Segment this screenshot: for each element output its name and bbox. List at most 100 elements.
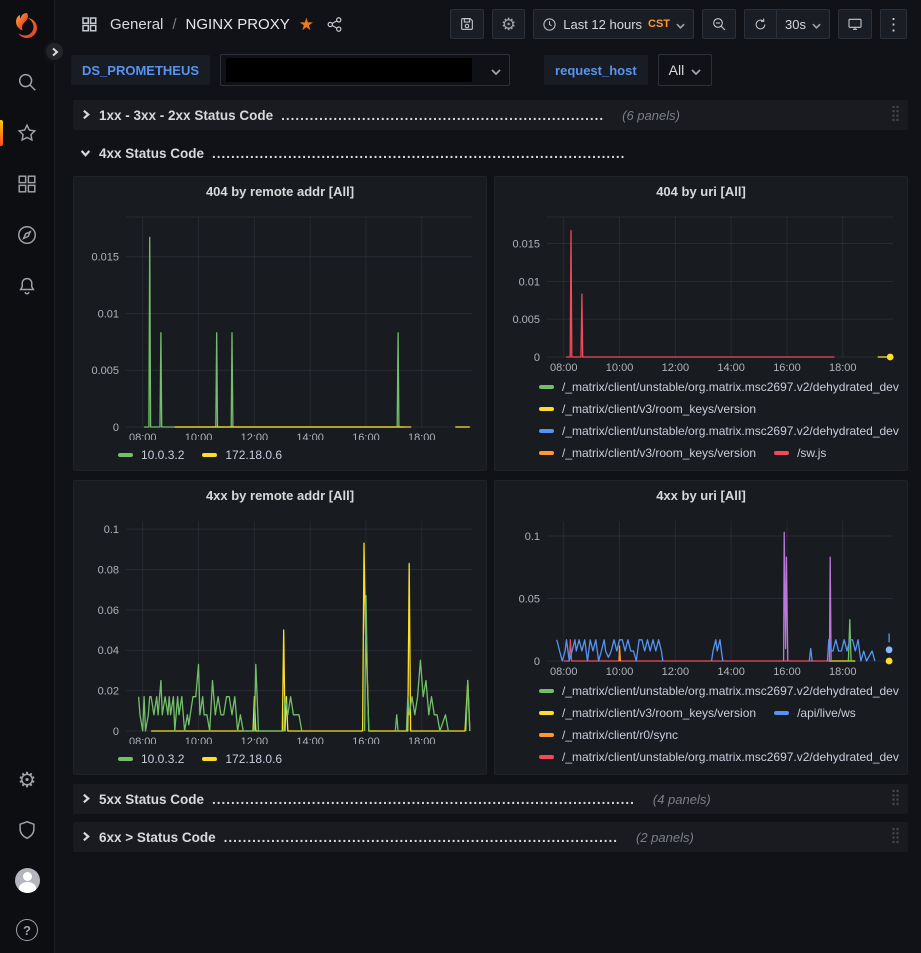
series-line bbox=[144, 237, 404, 427]
sidebar-item-starred[interactable] bbox=[0, 120, 54, 146]
series-point bbox=[887, 354, 894, 361]
sidebar-expand-button[interactable] bbox=[43, 40, 66, 63]
legend-item[interactable]: /_matrix/client/unstable/org.matrix.msc2… bbox=[539, 746, 899, 768]
legend-item[interactable]: 10.0.3.2 bbox=[118, 748, 184, 770]
dashboard-canvas: 1xx - 3xx - 2xx Status Code ............… bbox=[55, 92, 921, 953]
legend-item[interactable]: /_matrix/client/unstable/org.matrix.msc2… bbox=[539, 376, 899, 398]
dashboard-toolbar: ⚙ Last 12 hours CST bbox=[450, 9, 907, 39]
row-drag-handle[interactable] bbox=[891, 827, 900, 847]
sidebar-item-help[interactable]: ? bbox=[0, 917, 54, 943]
dashboard-settings-button[interactable]: ⚙ bbox=[492, 9, 525, 39]
sidebar-item-dashboards[interactable] bbox=[0, 171, 54, 197]
legend-label: 172.18.0.6 bbox=[225, 448, 282, 462]
y-tick-label: 0.06 bbox=[98, 605, 119, 617]
legend-label: /_matrix/client/unstable/org.matrix.msc2… bbox=[562, 380, 899, 394]
chevron-right-icon bbox=[50, 47, 60, 57]
legend-item[interactable]: /_matrix/client/r0/sync bbox=[539, 724, 678, 746]
gear-icon: ⚙ bbox=[501, 16, 516, 33]
breadcrumb: General / NGINX PROXY ★ bbox=[77, 12, 346, 36]
sidebar-item-explore[interactable] bbox=[0, 222, 54, 248]
refresh-interval-picker[interactable]: 30s bbox=[776, 9, 830, 39]
more-options-button[interactable]: ⋮ bbox=[880, 9, 907, 39]
legend-item[interactable]: /sw.js bbox=[774, 442, 826, 464]
timeseries-chart[interactable]: 08:0010:0012:0014:0016:0018:0000.050.1 bbox=[503, 511, 901, 678]
y-tick-label: 0.02 bbox=[98, 686, 119, 698]
series-line bbox=[566, 231, 834, 357]
row-header-4xx[interactable]: 4xx Status Code ........................… bbox=[73, 138, 908, 168]
favorite-star-icon[interactable]: ★ bbox=[299, 16, 314, 33]
row-leader-dots: ........................................… bbox=[281, 108, 604, 123]
legend-item[interactable]: /_matrix/client/v3/room_keys/version bbox=[539, 702, 756, 724]
timeseries-chart[interactable]: 08:0010:0012:0014:0016:0018:0000.020.040… bbox=[82, 511, 480, 744]
zoom-out-time-button[interactable] bbox=[702, 9, 736, 39]
legend-item[interactable]: 172.18.0.6 bbox=[202, 748, 282, 770]
refresh-button[interactable] bbox=[744, 9, 776, 39]
legend-item[interactable]: /api/live/ws bbox=[774, 702, 856, 724]
legend-label: /_matrix/client/unstable/org.matrix.msc2… bbox=[562, 424, 899, 438]
legend-label: /_matrix/client/r0/sync bbox=[562, 728, 678, 742]
x-tick-label: 10:00 bbox=[606, 666, 634, 678]
timeseries-chart[interactable]: 08:0010:0012:0014:0016:0018:0000.0050.01… bbox=[82, 207, 480, 440]
legend-label: /_matrix/client/v3/room_keys/version bbox=[562, 402, 756, 416]
legend-swatch bbox=[539, 689, 554, 693]
legend-swatch bbox=[539, 711, 554, 715]
y-tick-label: 0.1 bbox=[104, 524, 119, 536]
share-icon[interactable] bbox=[323, 13, 346, 36]
breadcrumb-dashboard-title[interactable]: NGINX PROXY bbox=[186, 16, 290, 33]
legend-swatch bbox=[539, 733, 554, 737]
x-tick-label: 18:00 bbox=[408, 736, 436, 744]
grafana-logo[interactable] bbox=[9, 8, 45, 44]
legend-swatch bbox=[539, 407, 554, 411]
panel-title[interactable]: 4xx by uri [All] bbox=[503, 481, 899, 511]
time-range-picker[interactable]: Last 12 hours CST bbox=[533, 9, 694, 39]
x-tick-label: 08:00 bbox=[550, 362, 578, 374]
row-header-6xx[interactable]: 6xx > Status Code ......................… bbox=[73, 822, 908, 852]
legend-label: 172.18.0.6 bbox=[225, 752, 282, 766]
legend-swatch bbox=[118, 453, 133, 457]
legend-swatch bbox=[202, 757, 217, 761]
row-drag-handle[interactable] bbox=[891, 789, 900, 809]
panel-title[interactable]: 404 by remote addr [All] bbox=[82, 177, 478, 207]
row-drag-handle[interactable] bbox=[891, 105, 900, 125]
legend-item[interactable]: /_matrix/client/v3/room_keys/version bbox=[539, 398, 756, 420]
breadcrumb-folder[interactable]: General bbox=[110, 16, 163, 33]
legend-label: /_matrix/client/v3/room_keys/version bbox=[562, 706, 756, 720]
panel-title[interactable]: 404 by uri [All] bbox=[503, 177, 899, 207]
request-host-variable-select[interactable]: All bbox=[658, 54, 713, 86]
row-header-5xx[interactable]: 5xx Status Code ........................… bbox=[73, 784, 908, 814]
navbar: General / NGINX PROXY ★ ⚙ bbox=[55, 0, 921, 48]
clock-icon bbox=[542, 17, 557, 32]
x-tick-label: 18:00 bbox=[408, 432, 436, 440]
chevron-down-icon bbox=[80, 146, 91, 161]
sidebar-item-alerting[interactable] bbox=[0, 273, 54, 299]
datasource-variable-label[interactable]: DS_PROMETHEUS bbox=[71, 55, 210, 85]
legend-item[interactable]: /_matrix/client/unstable/org.matrix.msc2… bbox=[539, 680, 899, 702]
search-icon bbox=[16, 71, 38, 93]
avatar bbox=[15, 868, 40, 893]
datasource-variable-select[interactable] bbox=[220, 54, 510, 86]
series-line bbox=[619, 646, 620, 661]
legend-swatch bbox=[774, 711, 789, 715]
sidebar-item-settings[interactable]: ⚙ bbox=[0, 767, 54, 793]
chevron-down-icon bbox=[676, 17, 685, 32]
row-header-1xx-3xx-2xx[interactable]: 1xx - 3xx - 2xx Status Code ............… bbox=[73, 100, 908, 130]
x-tick-label: 16:00 bbox=[352, 432, 380, 440]
panel-title[interactable]: 4xx by remote addr [All] bbox=[82, 481, 478, 511]
legend-item[interactable]: 172.18.0.6 bbox=[202, 444, 282, 466]
sidebar-item-server-admin[interactable] bbox=[0, 817, 54, 843]
legend-swatch bbox=[539, 385, 554, 389]
y-tick-label: 0 bbox=[113, 422, 119, 434]
row-panel-count: (6 panels) bbox=[622, 108, 680, 123]
request-host-variable-label[interactable]: request_host bbox=[544, 55, 648, 85]
sidebar-item-profile[interactable] bbox=[0, 867, 54, 893]
tv-mode-button[interactable] bbox=[838, 9, 872, 39]
legend-item[interactable]: /_matrix/client/v3/room_keys/version bbox=[539, 442, 756, 464]
timeseries-chart[interactable]: 08:0010:0012:0014:0016:0018:0000.0050.01… bbox=[503, 207, 901, 374]
save-dashboard-button[interactable] bbox=[450, 9, 484, 39]
series-point bbox=[886, 646, 893, 653]
series-line bbox=[365, 596, 369, 731]
legend-item[interactable]: 10.0.3.2 bbox=[118, 444, 184, 466]
sidebar-item-search[interactable] bbox=[0, 69, 54, 95]
legend-item[interactable]: /_matrix/client/unstable/org.matrix.msc2… bbox=[539, 420, 899, 442]
apps-grid-icon[interactable] bbox=[77, 12, 101, 36]
